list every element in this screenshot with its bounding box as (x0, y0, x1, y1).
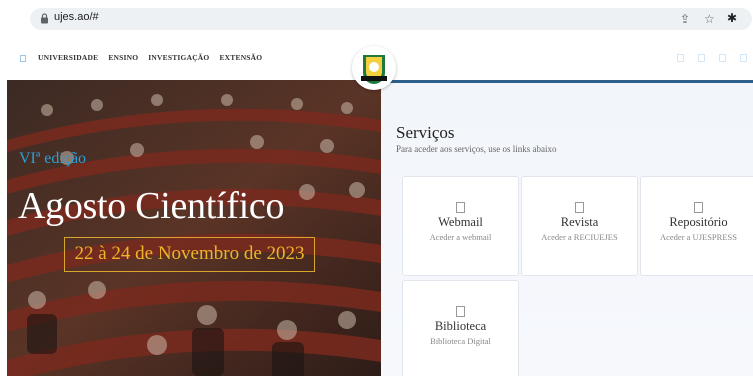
nav-item-investigacao[interactable]: INVESTIGAÇÃO (148, 53, 209, 62)
service-card-description: Biblioteca Digital (430, 336, 491, 346)
services-top-divider (381, 80, 753, 83)
lock-icon (41, 13, 48, 24)
service-card-revista[interactable]: Revista Aceder a RECIUEJES (521, 176, 638, 276)
address-bar[interactable]: ujes.ao/# ⇪ ☆ (30, 8, 752, 30)
social-icon[interactable] (698, 54, 705, 62)
service-card-description: Aceder a UJESPRESS (660, 232, 737, 242)
hero-edition: VIª edição (19, 150, 87, 167)
auditorium-photo (7, 80, 381, 376)
hero-banner[interactable]: VIª edição Agosto Científico 22 à 24 de … (7, 80, 381, 376)
service-card-biblioteca[interactable]: Biblioteca Biblioteca Digital (402, 280, 519, 376)
webmail-icon (456, 202, 465, 213)
service-card-title[interactable]: Revista (522, 215, 637, 230)
service-card-title[interactable]: Webmail (403, 215, 518, 230)
star-icon[interactable]: ☆ (704, 12, 715, 26)
share-icon[interactable]: ⇪ (680, 12, 690, 26)
journal-icon (575, 202, 584, 213)
nav-item-ensino[interactable]: ENSINO (108, 53, 138, 62)
service-card-description: Aceder a RECIUEJES (541, 232, 618, 242)
service-card-repositorio[interactable]: Repositório Aceder a UJESPRESS (640, 176, 753, 276)
university-logo[interactable] (352, 46, 396, 90)
social-icon[interactable] (719, 54, 726, 62)
service-card-webmail[interactable]: Webmail Aceder a webmail (402, 176, 519, 276)
nav-links: UNIVERSIDADE ENSINO INVESTIGAÇÃO EXTENSÃ… (38, 53, 262, 62)
social-icon[interactable] (677, 54, 684, 62)
hero-date-box: 22 à 24 de Novembro de 2023 (64, 237, 315, 272)
logo-emblem-icon (361, 55, 387, 84)
library-icon (456, 306, 465, 317)
repository-icon (694, 202, 703, 213)
social-icon[interactable] (740, 54, 747, 62)
services-panel: Serviços Para aceder aos serviços, use o… (381, 80, 753, 376)
browser-toolbar: ujes.ao/# ⇪ ☆ ✱ (0, 0, 753, 38)
menu-icon[interactable] (20, 55, 26, 62)
hero-title: Agosto Científico (18, 185, 285, 227)
nav-item-extensao[interactable]: EXTENSÃO (219, 53, 262, 62)
hero-dates: 22 à 24 de Novembro de 2023 (74, 243, 305, 264)
service-card-title[interactable]: Repositório (641, 215, 753, 230)
services-title: Serviços (396, 123, 455, 142)
extensions-icon[interactable]: ✱ (727, 11, 737, 25)
url-text[interactable]: ujes.ao/# (54, 11, 99, 23)
services-subtitle: Para aceder aos serviços, use os links a… (396, 144, 557, 154)
service-card-title[interactable]: Biblioteca (403, 319, 518, 334)
nav-item-universidade[interactable]: UNIVERSIDADE (38, 53, 98, 62)
social-icons (677, 54, 747, 62)
service-card-description: Aceder a webmail (429, 232, 492, 242)
